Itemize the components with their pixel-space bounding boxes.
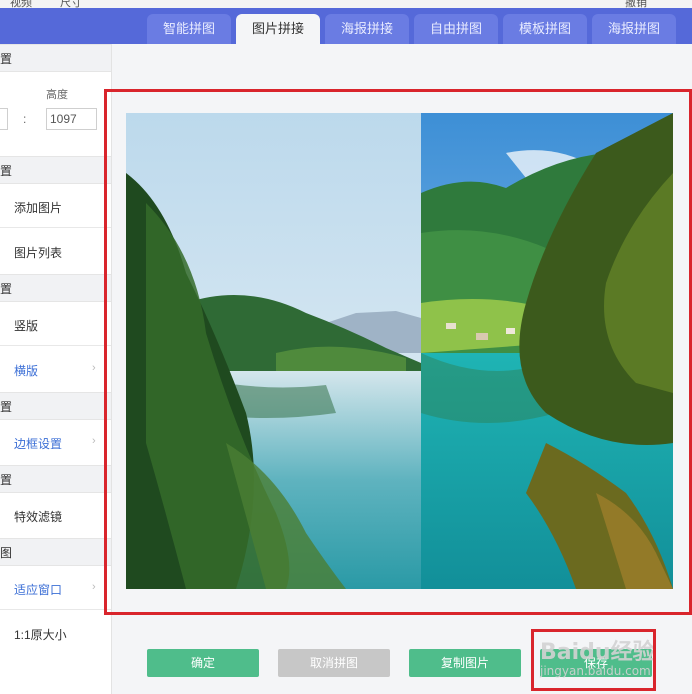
section-header-layout: 置 bbox=[0, 274, 111, 302]
canvas-highlight bbox=[104, 89, 692, 615]
section-header-image: 置 bbox=[0, 156, 111, 184]
settings-panel: 置 高度 : 1097 置 添加图片 图片列表 置 竖版 横版 › 置 边框设置… bbox=[0, 44, 112, 694]
border-settings-item[interactable]: 边框设置 bbox=[14, 435, 62, 452]
chevron-right-icon: › bbox=[92, 435, 96, 447]
height-input[interactable]: 1097 bbox=[46, 108, 97, 130]
vertical-layout-item[interactable]: 竖版 bbox=[14, 317, 38, 334]
system-bar: 视频 尺寸 撤销 bbox=[0, 0, 692, 8]
add-image-item[interactable]: 添加图片 bbox=[14, 199, 62, 216]
cancel-collage-button[interactable]: 取消拼图 bbox=[278, 649, 390, 677]
chevron-right-icon: › bbox=[92, 362, 96, 374]
confirm-button[interactable]: 确定 bbox=[147, 649, 259, 677]
chevron-right-icon: › bbox=[92, 581, 96, 593]
section-header-border: 置 bbox=[0, 392, 111, 420]
tab-bar: 智能拼图 图片拼接 海报拼接 自由拼图 模板拼图 海报拼图 bbox=[0, 8, 692, 44]
filter-item[interactable]: 特效滤镜 bbox=[14, 508, 62, 525]
tab-template-collage[interactable]: 模板拼图 bbox=[503, 14, 587, 44]
video-label: 视频 bbox=[10, 0, 32, 8]
section-header-view: 图 bbox=[0, 538, 111, 566]
horizontal-layout-item[interactable]: 横版 bbox=[14, 362, 38, 379]
fit-window-item[interactable]: 适应窗口 bbox=[14, 581, 62, 598]
save-highlight bbox=[531, 629, 656, 691]
width-input[interactable] bbox=[0, 108, 8, 130]
tab-image-join[interactable]: 图片拼接 bbox=[236, 14, 320, 44]
copy-image-button[interactable]: 复制图片 bbox=[409, 649, 521, 677]
section-header-size: 置 bbox=[0, 44, 111, 72]
height-label: 高度 bbox=[46, 89, 68, 101]
section-header-filter: 置 bbox=[0, 465, 111, 493]
size-colon: : bbox=[23, 112, 27, 126]
size-label: 尺寸 bbox=[60, 0, 82, 8]
tab-smart-collage[interactable]: 智能拼图 bbox=[147, 14, 231, 44]
image-list-item[interactable]: 图片列表 bbox=[14, 244, 62, 261]
tab-poster-collage[interactable]: 海报拼图 bbox=[592, 14, 676, 44]
original-size-item[interactable]: 1:1原大小 bbox=[14, 626, 67, 643]
tab-poster-join[interactable]: 海报拼接 bbox=[325, 14, 409, 44]
undo-label: 撤销 bbox=[625, 0, 647, 8]
tab-free-collage[interactable]: 自由拼图 bbox=[414, 14, 498, 44]
